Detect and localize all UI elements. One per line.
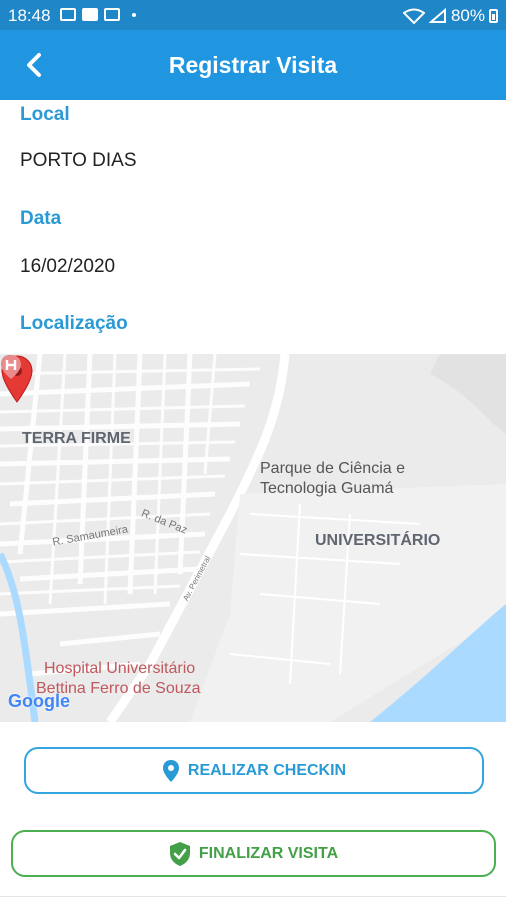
google-logo: Google — [8, 691, 70, 711]
page-title: Registrar Visita — [168, 52, 338, 78]
location-pin-icon — [162, 759, 179, 782]
status-right: 80% — [402, 6, 498, 26]
shield-check-icon — [169, 841, 190, 866]
hospital-icon — [1, 355, 21, 379]
map-label-park-line2: Tecnologia Guamá — [260, 480, 394, 497]
realizar-checkin-button[interactable]: REALIZAR CHECKIN — [24, 747, 484, 794]
status-bar: 18:48 80% — [0, 0, 506, 30]
app-bar: Registrar Visita — [0, 30, 506, 100]
finalizar-visita-button[interactable]: FINALIZAR VISITA — [11, 830, 496, 877]
battery-percent: 80% — [450, 6, 485, 25]
notification-dot-icon — [132, 12, 136, 17]
wifi-icon — [402, 8, 425, 24]
data-value: 16/02/2020 — [20, 256, 116, 277]
finalizar-visita-label: FINALIZAR VISITA — [198, 844, 339, 862]
status-time: 18:48 — [8, 6, 51, 25]
signal-icon — [428, 8, 446, 23]
map-label-universitario: UNIVERSITÁRIO — [315, 532, 441, 549]
location-map[interactable]: TERRA FIRME Parque de Ciência e Tecnolog… — [0, 354, 506, 722]
map-label-hospital-line1: Hospital Universitário — [44, 660, 196, 677]
twitch-icon — [104, 8, 120, 21]
battery-icon — [489, 9, 498, 23]
localizacao-label: Localização — [20, 313, 128, 334]
status-icons — [60, 8, 136, 21]
realizar-checkin-label: REALIZAR CHECKIN — [187, 761, 347, 779]
map-label-terra-firme: TERRA FIRME — [22, 430, 131, 447]
data-label: Data — [20, 208, 62, 229]
youtube-icon — [82, 8, 98, 21]
map-label-park-line1: Parque de Ciência e — [260, 460, 405, 477]
bottom-divider — [0, 896, 506, 897]
local-value: PORTO DIAS — [20, 150, 137, 171]
local-label: Local — [20, 104, 70, 125]
gallery-icon — [60, 8, 76, 21]
